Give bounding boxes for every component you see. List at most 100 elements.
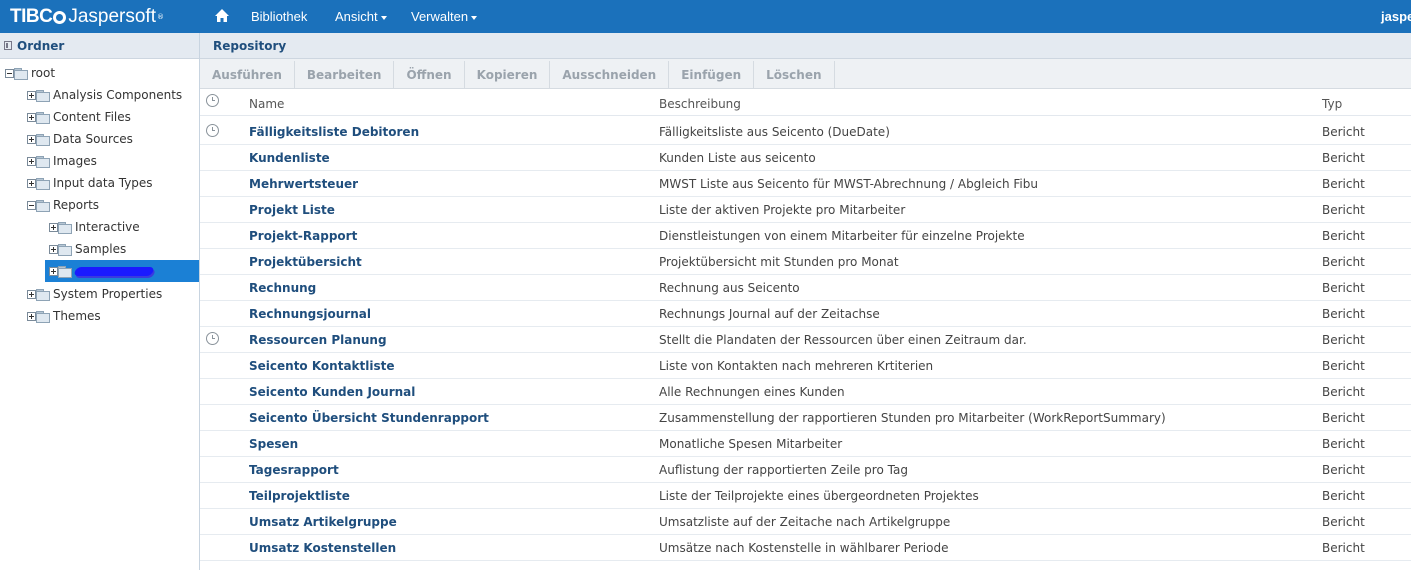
results-column-headers: Name Beschreibung Typ xyxy=(200,90,1411,116)
folder-icon xyxy=(34,199,50,212)
clock-icon xyxy=(206,332,219,345)
folder-icon xyxy=(56,265,72,278)
table-row[interactable]: Kundenliste Kunden Liste aus seicento Beri… xyxy=(200,145,1411,171)
report-name-link[interactable]: Projekt Liste xyxy=(249,203,335,217)
table-row[interactable]: Umsatz Kostenstellen Umsätze nach Kostens… xyxy=(200,535,1411,561)
tree-node-label: System Properties xyxy=(53,287,163,301)
tree-node-label: Data Sources xyxy=(53,132,133,146)
clock-icon xyxy=(206,94,219,107)
nav-bibliothek[interactable]: Bibliothek xyxy=(251,9,307,24)
delete-button[interactable]: Löschen xyxy=(754,61,835,88)
report-name-link[interactable]: Projekt-Rapport xyxy=(249,229,357,243)
logo-product-text: Jaspersoft xyxy=(68,6,156,27)
paste-button[interactable]: Einfügen xyxy=(669,61,755,88)
tree-node-label: Content Files xyxy=(53,110,131,124)
tree-node-analysis-components[interactable]: Analysis Components xyxy=(27,85,182,105)
report-type: Bericht xyxy=(1322,385,1365,399)
report-name-link[interactable]: Spesen xyxy=(249,437,298,451)
table-row[interactable]: Seicento Kontaktliste Liste von Kontakten… xyxy=(200,353,1411,379)
table-row[interactable]: Ressourcen Planung Stellt die Plandaten d… xyxy=(200,327,1411,353)
column-header-description[interactable]: Beschreibung xyxy=(659,97,741,111)
cut-button[interactable]: Ausschneiden xyxy=(550,61,670,88)
copy-button[interactable]: Kopieren xyxy=(465,61,551,88)
table-row[interactable]: Tagesrapport Auflistung der rapportierten… xyxy=(200,457,1411,483)
report-description: MWST Liste aus Seicento für MWST-Abrechn… xyxy=(659,177,1038,191)
folder-icon xyxy=(34,310,50,323)
tree-node-label: Samples xyxy=(75,242,127,256)
folder-icon xyxy=(34,89,50,102)
table-row[interactable]: Rechnungsjournal Rechnungs Journal auf de… xyxy=(200,301,1411,327)
table-row[interactable]: Projekt-Rapport Dienstleistungen von eine… xyxy=(200,223,1411,249)
report-type: Bericht xyxy=(1322,489,1365,503)
tree-node-data-sources[interactable]: Data Sources xyxy=(27,129,133,149)
user-menu[interactable]: jaspe xyxy=(1381,9,1411,24)
tibco-jaspersoft-logo[interactable]: TIBC Jaspersoft ® xyxy=(10,5,164,29)
nav-verwalten-menu[interactable]: Verwalten xyxy=(411,9,478,24)
report-name-link[interactable]: Teilprojektliste xyxy=(249,489,350,503)
top-navigation-bar: TIBC Jaspersoft ® Bibliothek Ansicht Ver… xyxy=(0,0,1411,33)
collapse-panel-icon[interactable] xyxy=(4,41,12,50)
tree-node-content-files[interactable]: Content Files xyxy=(27,107,131,127)
report-name-link[interactable]: Umsatz Kostenstellen xyxy=(249,541,396,555)
results-list: Fälligkeitsliste Debitoren Fälligkeitslis… xyxy=(200,119,1411,561)
tree-node-input-data-types[interactable]: Input data Types xyxy=(27,173,153,193)
tree-node-label: Analysis Components xyxy=(53,88,183,102)
table-row[interactable]: Rechnung Rechnung aus Seicento Bericht xyxy=(200,275,1411,301)
report-name-link[interactable]: Seicento Übersicht Stundenrapport xyxy=(249,411,489,425)
table-row[interactable]: Seicento Kunden Journal Alle Rechnungen e… xyxy=(200,379,1411,405)
nav-ansicht-menu[interactable]: Ansicht xyxy=(335,9,387,24)
tree-node-label: root xyxy=(31,66,56,80)
table-row[interactable]: Projektübersicht Projektübersicht mit Stu… xyxy=(200,249,1411,275)
table-row[interactable]: Seicento Übersicht Stundenrapport Zusamme… xyxy=(200,405,1411,431)
report-name-link[interactable]: Mehrwertsteuer xyxy=(249,177,358,191)
report-type: Bericht xyxy=(1322,307,1365,321)
tree-node-selected-redacted[interactable] xyxy=(45,260,199,282)
open-button[interactable]: Öffnen xyxy=(394,61,465,88)
folder-icon xyxy=(12,67,28,80)
column-header-type[interactable]: Typ xyxy=(1322,97,1342,111)
tree-node-system-properties[interactable]: System Properties xyxy=(27,284,162,304)
report-description: Rechnungs Journal auf der Zeitachse xyxy=(659,307,880,321)
repository-toolbar: Ausführen Bearbeiten Öffnen Kopieren Aus… xyxy=(200,59,1411,89)
folder-icon xyxy=(34,177,50,190)
table-row[interactable]: Fälligkeitsliste Debitoren Fälligkeitslis… xyxy=(200,119,1411,145)
report-type: Bericht xyxy=(1322,229,1365,243)
clock-icon xyxy=(206,124,219,137)
logo-ring-icon xyxy=(53,10,67,24)
report-name-link[interactable]: Umsatz Artikelgruppe xyxy=(249,515,397,529)
report-name-link[interactable]: Seicento Kontaktliste xyxy=(249,359,395,373)
table-row[interactable]: Projekt Liste Liste der aktiven Projekte … xyxy=(200,197,1411,223)
table-row[interactable]: Teilprojektliste Liste der Teilprojekte e… xyxy=(200,483,1411,509)
tree-node-root[interactable]: root xyxy=(5,63,55,83)
logo-brand-text: TIBC xyxy=(10,6,53,27)
tree-node-label: Images xyxy=(53,154,97,168)
tree-node-label: Reports xyxy=(53,198,100,212)
column-header-name[interactable]: Name xyxy=(249,97,284,111)
report-name-link[interactable]: Ressourcen Planung xyxy=(249,333,387,347)
table-row[interactable]: Spesen Monatliche Spesen Mitarbeiter Beric… xyxy=(200,431,1411,457)
home-icon[interactable] xyxy=(214,8,230,24)
report-description: Projektübersicht mit Stunden pro Monat xyxy=(659,255,899,269)
tree-node-samples[interactable]: Samples xyxy=(49,239,126,259)
report-name-link[interactable]: Projektübersicht xyxy=(249,255,362,269)
report-description: Liste der Teilprojekte eines übergeordne… xyxy=(659,489,979,503)
report-name-link[interactable]: Kundenliste xyxy=(249,151,330,165)
tree-node-images[interactable]: Images xyxy=(27,151,97,171)
report-name-link[interactable]: Rechnung xyxy=(249,281,316,295)
report-description: Rechnung aus Seicento xyxy=(659,281,800,295)
report-description: Liste von Kontakten nach mehreren Krtite… xyxy=(659,359,934,373)
run-button[interactable]: Ausführen xyxy=(200,61,295,88)
report-description: Fälligkeitsliste aus Seicento (DueDate) xyxy=(659,125,890,139)
report-name-link[interactable]: Seicento Kunden Journal xyxy=(249,385,415,399)
table-row[interactable]: Mehrwertsteuer MWST Liste aus Seicento fü… xyxy=(200,171,1411,197)
tree-node-reports[interactable]: Reports xyxy=(27,195,99,215)
report-name-link[interactable]: Tagesrapport xyxy=(249,463,339,477)
report-name-link[interactable]: Rechnungsjournal xyxy=(249,307,371,321)
report-name-link[interactable]: Fälligkeitsliste Debitoren xyxy=(249,125,419,139)
report-description: Liste der aktiven Projekte pro Mitarbeit… xyxy=(659,203,906,217)
folder-panel-title: Ordner xyxy=(17,38,65,53)
tree-node-themes[interactable]: Themes xyxy=(27,306,101,326)
edit-button[interactable]: Bearbeiten xyxy=(295,61,395,88)
tree-node-interactive[interactable]: Interactive xyxy=(49,217,140,237)
table-row[interactable]: Umsatz Artikelgruppe Umsatzliste auf der … xyxy=(200,509,1411,535)
